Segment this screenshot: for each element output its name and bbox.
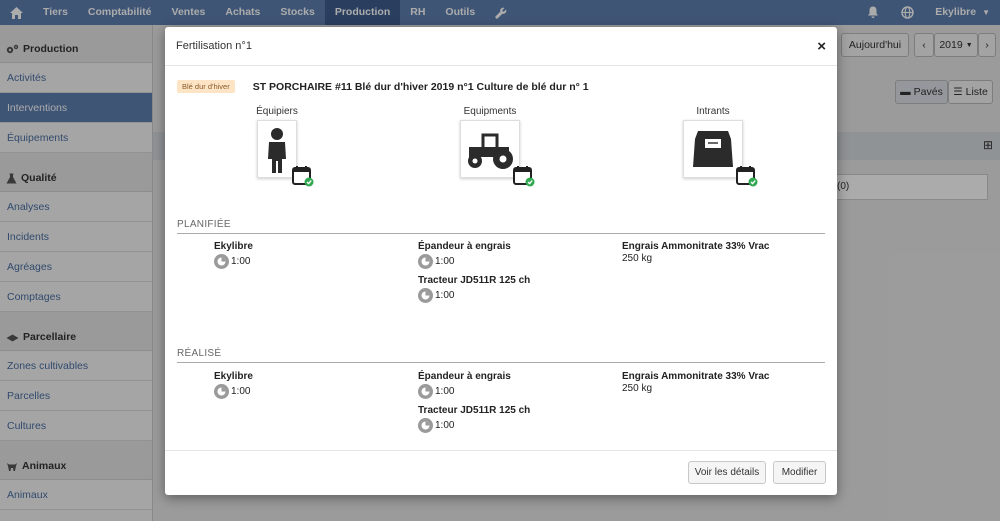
tool-name: Épandeur à engrais <box>418 371 511 382</box>
view-details-button[interactable]: Voir les détails <box>688 461 766 484</box>
clock-icon <box>418 384 433 399</box>
input-quantity: 250 kg <box>622 383 653 394</box>
tractor-icon <box>460 120 535 187</box>
input-quantity: 250 kg <box>622 253 653 264</box>
crop-line: Blé dur d'hiver ST PORCHAIRE #11 Blé dur… <box>177 80 589 93</box>
done-section-title: RÉALISÉ <box>177 348 222 359</box>
fertilizer-bag-icon <box>683 120 758 187</box>
doer-name: Ekylibre <box>214 371 253 382</box>
planned-tool: Épandeur à engrais 1:00 <box>418 241 511 269</box>
resource-inputs: Intrants <box>653 106 773 187</box>
done-tool: Tracteur JD511R 125 ch 1:00 <box>418 405 530 433</box>
clock-icon <box>214 254 229 269</box>
planned-doer: Ekylibre 1:00 <box>214 241 253 269</box>
calendar-check-icon <box>736 165 758 190</box>
modal-footer: Voir les détails Modifier <box>165 450 837 495</box>
duration-value: 1:00 <box>231 256 251 267</box>
input-name: Engrais Ammonitrate 33% Vrac <box>622 371 770 382</box>
duration: 1:00 <box>418 288 530 303</box>
resource-inputs-label: Intrants <box>696 106 730 117</box>
duration: 1:00 <box>418 254 511 269</box>
edit-button[interactable]: Modifier <box>773 461 826 484</box>
duration-value: 1:00 <box>435 290 455 301</box>
crop-title: ST PORCHAIRE #11 Blé dur d'hiver 2019 n°… <box>252 80 589 93</box>
duration: 1:00 <box>214 254 253 269</box>
resource-doers: Équipiers <box>217 106 337 187</box>
resource-tools: Equipments <box>430 106 550 187</box>
tool-name: Tracteur JD511R 125 ch <box>418 275 531 286</box>
planned-input: Engrais Ammonitrate 33% Vrac 250 kg <box>622 241 769 264</box>
done-doer: Ekylibre 1:00 <box>214 371 253 399</box>
clock-icon <box>418 418 433 433</box>
clock-icon <box>214 384 229 399</box>
doer-name: Ekylibre <box>214 241 253 252</box>
duration-value: 1:00 <box>435 386 455 397</box>
input-name: Engrais Ammonitrate 33% Vrac <box>622 241 770 252</box>
intervention-modal: Fertilisation n°1 × Blé dur d'hiver ST P… <box>165 27 837 495</box>
close-icon[interactable]: × <box>817 38 826 55</box>
duration: 1:00 <box>418 418 530 433</box>
duration-value: 1:00 <box>435 256 455 267</box>
tool-name: Épandeur à engrais <box>418 241 511 252</box>
tool-name: Tracteur JD511R 125 ch <box>418 405 531 416</box>
modal-title: Fertilisation n°1 <box>176 40 252 52</box>
modal-header: Fertilisation n°1 × <box>165 27 837 66</box>
planned-section-title: PLANIFIÉE <box>177 219 231 230</box>
duration: 1:00 <box>214 384 253 399</box>
duration-value: 1:00 <box>435 420 455 431</box>
calendar-check-icon <box>292 165 314 190</box>
resource-doers-label: Équipiers <box>256 106 298 117</box>
crop-badge: Blé dur d'hiver <box>177 80 235 93</box>
duration: 1:00 <box>418 384 511 399</box>
done-input: Engrais Ammonitrate 33% Vrac 250 kg <box>622 371 769 394</box>
done-tool: Épandeur à engrais 1:00 <box>418 371 511 399</box>
resource-tools-label: Equipments <box>463 106 517 117</box>
clock-icon <box>418 288 433 303</box>
duration-value: 1:00 <box>231 386 251 397</box>
person-icon <box>257 120 314 187</box>
planned-tool: Tracteur JD511R 125 ch 1:00 <box>418 275 530 303</box>
calendar-check-icon <box>513 165 535 190</box>
clock-icon <box>418 254 433 269</box>
planned-divider <box>177 233 825 234</box>
done-divider <box>177 362 825 363</box>
